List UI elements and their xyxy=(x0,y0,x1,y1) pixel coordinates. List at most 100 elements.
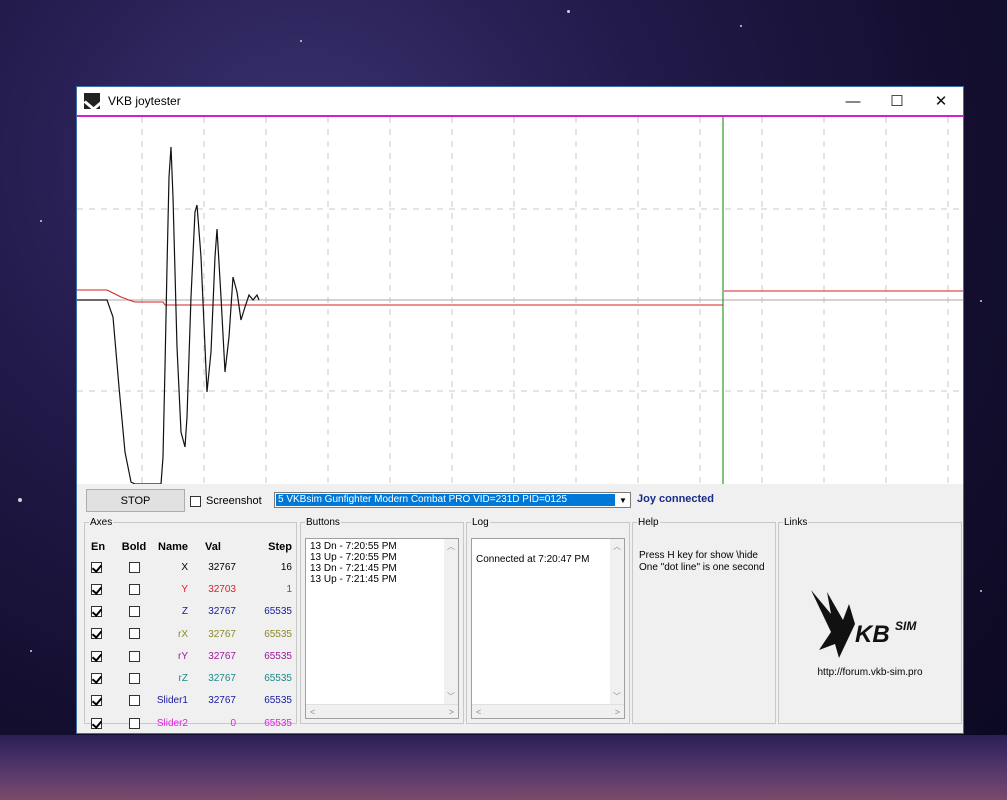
col-step: Step xyxy=(268,541,292,553)
window-title: VKB joytester xyxy=(108,94,181,108)
axis-step: 1 xyxy=(286,583,292,595)
axis-name: X xyxy=(181,561,188,573)
device-select[interactable]: 5 VKBsim Gunfighter Modern Combat PRO VI… xyxy=(274,492,631,508)
scroll-down-icon[interactable]: ﹀ xyxy=(447,691,455,702)
axis-row: rX 32767 65535 xyxy=(88,623,292,645)
svg-text:KB: KB xyxy=(855,621,890,648)
bold-checkbox[interactable] xyxy=(128,650,140,662)
svg-text:SIM: SIM xyxy=(895,619,917,633)
log-list[interactable]: Connected at 7:20:47 PM ︿ ﹀ < > xyxy=(471,538,625,719)
enable-checkbox[interactable] xyxy=(91,606,102,618)
button-event: 13 Up - 7:20:55 PM xyxy=(310,552,397,563)
scroll-down-icon[interactable]: ﹀ xyxy=(613,691,621,702)
axis-value: 32767 xyxy=(208,561,236,573)
axis-graph xyxy=(77,115,963,484)
horizontal-scrollbar[interactable]: < > xyxy=(472,704,624,718)
bold-checkbox[interactable] xyxy=(128,606,140,618)
vkb-app-icon xyxy=(84,93,100,109)
bold-checkbox[interactable] xyxy=(128,673,140,685)
screenshot-option[interactable]: Screenshot xyxy=(190,495,262,507)
bold-checkbox[interactable] xyxy=(128,695,140,707)
vertical-scrollbar[interactable]: ︿ ﹀ xyxy=(444,539,458,704)
axis-value: 0 xyxy=(230,717,236,729)
axis-name: rY xyxy=(178,650,188,662)
axis-name: Y xyxy=(181,583,188,595)
connection-status: Joy connected xyxy=(637,493,715,505)
bold-checkbox[interactable] xyxy=(128,561,140,573)
log-legend: Log xyxy=(472,517,489,528)
scroll-up-icon[interactable]: ︿ xyxy=(613,541,621,552)
axis-step: 65535 xyxy=(264,606,292,618)
axis-name: rX xyxy=(178,628,188,640)
button-event: 13 Dn - 7:20:55 PM xyxy=(310,541,397,552)
col-name: Name xyxy=(158,541,188,553)
axis-name: Slider1 xyxy=(156,695,188,707)
enable-checkbox[interactable] xyxy=(91,717,102,729)
help-line: One "dot line" is one second xyxy=(639,562,765,573)
buttons-panel: Buttons 13 Dn - 7:20:55 PM 13 Up - 7:20:5… xyxy=(300,517,464,724)
bold-checkbox[interactable] xyxy=(128,628,140,640)
trace-y-axis xyxy=(77,289,723,306)
axis-value: 32767 xyxy=(208,650,236,662)
enable-checkbox[interactable] xyxy=(91,561,102,573)
axis-step: 65535 xyxy=(264,695,292,707)
log-panel: Log Connected at 7:20:47 PM ︿ ﹀ < > xyxy=(466,517,630,724)
forum-link[interactable]: http://forum.vkb-sim.pro xyxy=(779,667,961,678)
button-event: 13 Up - 7:21:45 PM xyxy=(310,574,397,585)
axis-value: 32703 xyxy=(208,583,236,595)
screenshot-label: Screenshot xyxy=(206,495,262,507)
axis-name: Z xyxy=(181,606,188,618)
minimize-button[interactable]: — xyxy=(831,87,875,115)
controls-area: STOP Screenshot 5 VKBsim Gunfighter Mode… xyxy=(77,484,963,734)
col-en: En xyxy=(91,541,106,553)
axis-row: Y 32703 1 xyxy=(88,578,292,600)
links-panel: Links KB SIM http://forum.vkb-sim.pro xyxy=(778,517,962,724)
enable-checkbox[interactable] xyxy=(91,628,102,640)
scroll-right-icon[interactable]: > xyxy=(615,707,620,717)
enable-checkbox[interactable] xyxy=(91,650,102,662)
axis-row: X 32767 16 xyxy=(88,556,292,578)
screenshot-checkbox[interactable] xyxy=(190,495,201,507)
vkbsim-logo[interactable]: KB SIM xyxy=(809,584,933,664)
axis-row: rZ 32767 65535 xyxy=(88,667,292,689)
col-bold: Bold xyxy=(121,541,147,553)
axis-value: 32767 xyxy=(208,628,236,640)
help-line: Press H key for show \hide xyxy=(639,550,758,561)
col-val: Val xyxy=(205,541,221,553)
axis-step: 65535 xyxy=(264,628,292,640)
buttons-list[interactable]: 13 Dn - 7:20:55 PM 13 Up - 7:20:55 PM 13 D… xyxy=(305,538,459,719)
scroll-up-icon[interactable]: ︿ xyxy=(447,541,455,552)
enable-checkbox[interactable] xyxy=(91,695,102,707)
bold-checkbox[interactable] xyxy=(128,583,140,595)
help-panel: Help Press H key for show \hide One "dot… xyxy=(632,517,776,724)
axis-row: Slider2 0 65535 xyxy=(88,712,292,734)
scroll-right-icon[interactable]: > xyxy=(449,707,454,717)
enable-checkbox[interactable] xyxy=(91,673,102,685)
title-bar[interactable]: VKB joytester — ☐ ✕ xyxy=(77,87,963,115)
button-event: 13 Dn - 7:21:45 PM xyxy=(310,563,397,574)
stop-button[interactable]: STOP xyxy=(86,489,185,512)
axis-row: rY 32767 65535 xyxy=(88,645,292,667)
chevron-down-icon[interactable]: ▼ xyxy=(616,493,630,507)
axis-row: Slider1 32767 65535 xyxy=(88,690,292,712)
axis-value: 32767 xyxy=(208,695,236,707)
axis-step: 16 xyxy=(280,561,292,573)
maximize-button[interactable]: ☐ xyxy=(875,87,919,115)
axis-name: Slider2 xyxy=(156,717,188,729)
vertical-scrollbar[interactable]: ︿ ﹀ xyxy=(610,539,624,704)
axis-step: 65535 xyxy=(264,650,292,662)
axis-step: 65535 xyxy=(264,673,292,685)
axis-value: 32767 xyxy=(208,673,236,685)
axis-name: rZ xyxy=(178,673,188,685)
axis-value: 32767 xyxy=(208,606,236,618)
close-button[interactable]: ✕ xyxy=(919,87,963,115)
bold-checkbox[interactable] xyxy=(128,717,140,729)
scroll-left-icon[interactable]: < xyxy=(310,707,315,717)
help-legend: Help xyxy=(638,517,659,528)
device-select-value: 5 VKBsim Gunfighter Modern Combat PRO VI… xyxy=(276,494,615,506)
enable-checkbox[interactable] xyxy=(91,583,102,595)
axis-row: Z 32767 65535 xyxy=(88,601,292,623)
buttons-legend: Buttons xyxy=(306,517,340,528)
horizontal-scrollbar[interactable]: < > xyxy=(306,704,458,718)
scroll-left-icon[interactable]: < xyxy=(476,707,481,717)
